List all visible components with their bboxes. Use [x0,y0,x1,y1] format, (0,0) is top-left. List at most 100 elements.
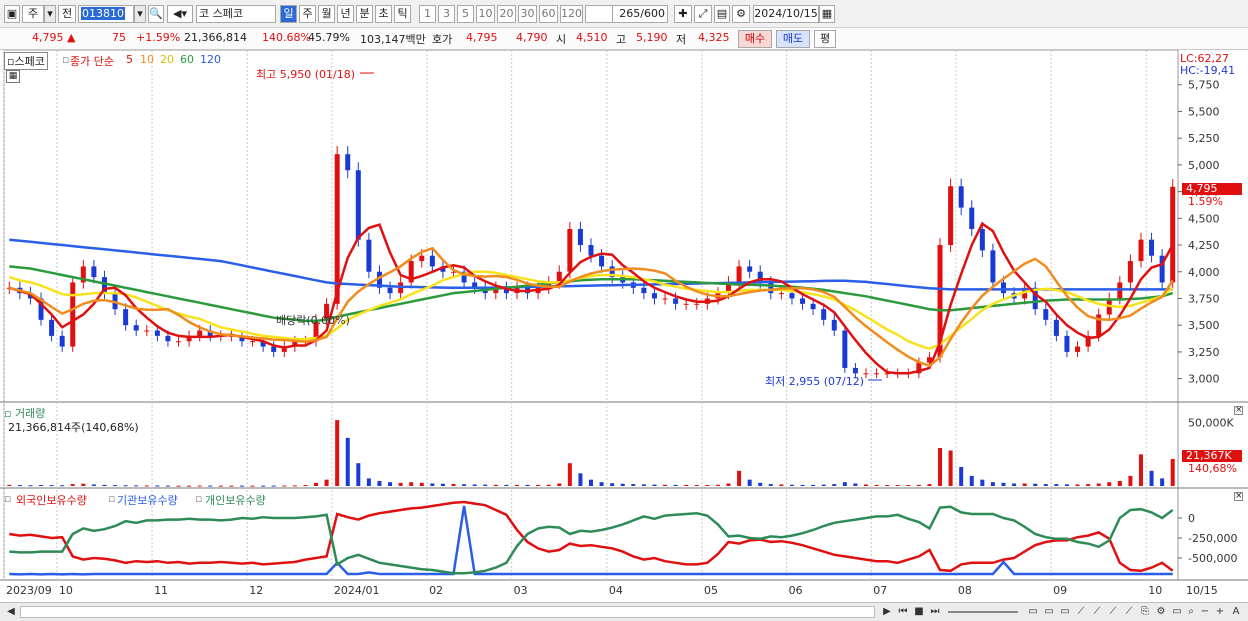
stock-name-field[interactable]: 코 스페코 [196,5,276,23]
channel-tool-icon[interactable]: ⟋ [1106,605,1120,619]
layout-icon-3[interactable]: ▭ [1058,605,1072,619]
settings-tool-icon[interactable]: ⚙ [1154,605,1168,619]
candle-body [429,255,435,267]
volume-bar [208,485,213,487]
copy-icon[interactable]: ⎘ [1138,605,1152,619]
volume-value: 21,366,814 [184,31,247,44]
open-label: 시 [556,33,567,46]
layout-icon-2[interactable]: ▭ [1042,605,1056,619]
price-tick-label: 3,500 [1188,319,1220,332]
volume-bar [1033,483,1038,486]
window-tool-icon[interactable]: ▭ [1170,605,1184,619]
count-value: 265 [619,7,641,20]
candle-body [577,229,583,246]
chart-canvas[interactable]: 5,7505,5005,2505,0004,7504,5004,2504,000… [0,49,1248,602]
chart-area[interactable]: 5,7505,5005,2505,0004,7504,5004,2504,000… [0,49,1248,602]
candle-body [683,303,689,305]
period-button-1[interactable]: 주 [299,5,316,23]
stock-code-input[interactable]: 013810 [78,5,134,23]
line-tool-icon[interactable]: ⟋ [1074,605,1088,619]
candle-body [366,239,372,272]
candle-body [969,207,975,229]
sell-label: 매도 [782,32,804,45]
speaker-icon[interactable]: ◀▾ [167,5,193,23]
minute-button-5[interactable]: 30 [518,5,537,23]
minute-button-7[interactable]: 120 [560,5,583,23]
price-tick-label: 3,250 [1188,346,1220,359]
candle-body [123,309,129,326]
draw-tool-icon[interactable]: ⤢ [694,5,712,23]
minute-button-2[interactable]: 5 [457,5,474,23]
volume-ratio: 140.68% [262,31,311,44]
volume-bar [620,483,625,486]
volume-close-icon[interactable]: × [1234,406,1243,415]
volume-bar [1086,484,1091,486]
candle-body [1149,239,1155,256]
volume-bar [70,484,75,486]
period-button-2[interactable]: 월 [318,5,335,23]
buy-button[interactable]: 매수 [738,30,772,48]
count-field[interactable]: 265/600 [612,5,668,23]
market-dropdown-icon[interactable]: ▾ [44,5,56,23]
scroll-left-icon[interactable]: ◀ [4,605,18,619]
holding-tick-label: -500,000 [1188,552,1237,565]
gear-icon[interactable]: ⚙ [732,5,750,23]
stop-icon[interactable]: ■ [912,605,926,619]
candle-body [197,330,203,336]
period-button-5[interactable]: 초 [375,5,392,23]
market-select[interactable]: 주 [22,5,44,23]
layout-icon-1[interactable]: ▭ [1026,605,1040,619]
window-icon[interactable]: ▣ [4,5,20,23]
calendar-icon[interactable]: ▦ [819,5,835,23]
minute-button-6[interactable]: 60 [539,5,558,23]
minute-button-3[interactable]: 10 [476,5,495,23]
period-button-3[interactable]: 년 [337,5,354,23]
scroll-right-icon[interactable]: ▶ [880,605,894,619]
zoom-out-icon[interactable]: − [1198,605,1212,619]
candle-body [990,250,996,283]
fib-tool-icon[interactable]: ⟋ [1090,605,1104,619]
font-icon[interactable]: A [1229,605,1243,619]
holding-series-line [9,500,1174,573]
pattern-tool-icon[interactable]: ⟋ [1122,605,1136,619]
sell-button[interactable]: 매도 [776,30,810,48]
scrollbar-track[interactable] [20,606,875,618]
period-button-4[interactable]: 분 [356,5,373,23]
volume-bar [673,484,678,486]
volume-bar [1001,482,1006,486]
volume-bar [250,485,255,487]
zoom-icon[interactable]: ⌕ [1184,605,1198,619]
crosshair-icon[interactable]: ✚ [674,5,692,23]
stock-code-value: 013810 [81,7,125,20]
code-dropdown-icon[interactable]: ▾ [134,5,146,23]
ma-5-label: 5 [126,53,133,66]
date-field[interactable]: 2024/10/15 [753,5,819,23]
period-button-0[interactable]: 일 [280,5,297,23]
last-page-icon[interactable]: ⏭ [928,605,942,619]
search-icon[interactable]: 🔍 [148,5,164,23]
price-panel-stock-name[interactable]: ▫스페코 [4,52,48,70]
save-icon[interactable]: ▤ [714,5,730,23]
prev-button[interactable]: 전 [58,5,76,23]
table-icon[interactable]: ▦ [6,70,20,83]
volume-bar [800,484,805,486]
first-page-icon[interactable]: ⏮ [896,605,910,619]
low-label: 저 [676,33,687,46]
minute-button-0[interactable]: 1 [419,5,436,23]
price-tick-label: 4,000 [1188,266,1220,279]
volume-bar [969,475,974,486]
price-tick-label: 3,750 [1188,292,1220,305]
minute-button-1[interactable]: 3 [438,5,455,23]
eval-button[interactable]: 평 [814,30,836,48]
volume-bar [895,484,900,486]
chart-toolbar: ▣ 주 ▾ 전 013810 ▾ 🔍 ◀▾ 코 스페코 일 주 월 년 분 초 틱 1 3 5 10… [0,0,1248,28]
zoom-in-icon[interactable]: + [1213,605,1227,619]
volume-bar [462,484,467,486]
period-button-6[interactable]: 틱 [394,5,411,23]
volume-bar [187,485,192,487]
volume-bar [504,484,509,486]
volume-bar [694,484,699,486]
zoom-slider[interactable] [948,611,1018,613]
holding-close-icon[interactable]: × [1234,492,1243,501]
minute-button-4[interactable]: 20 [497,5,516,23]
